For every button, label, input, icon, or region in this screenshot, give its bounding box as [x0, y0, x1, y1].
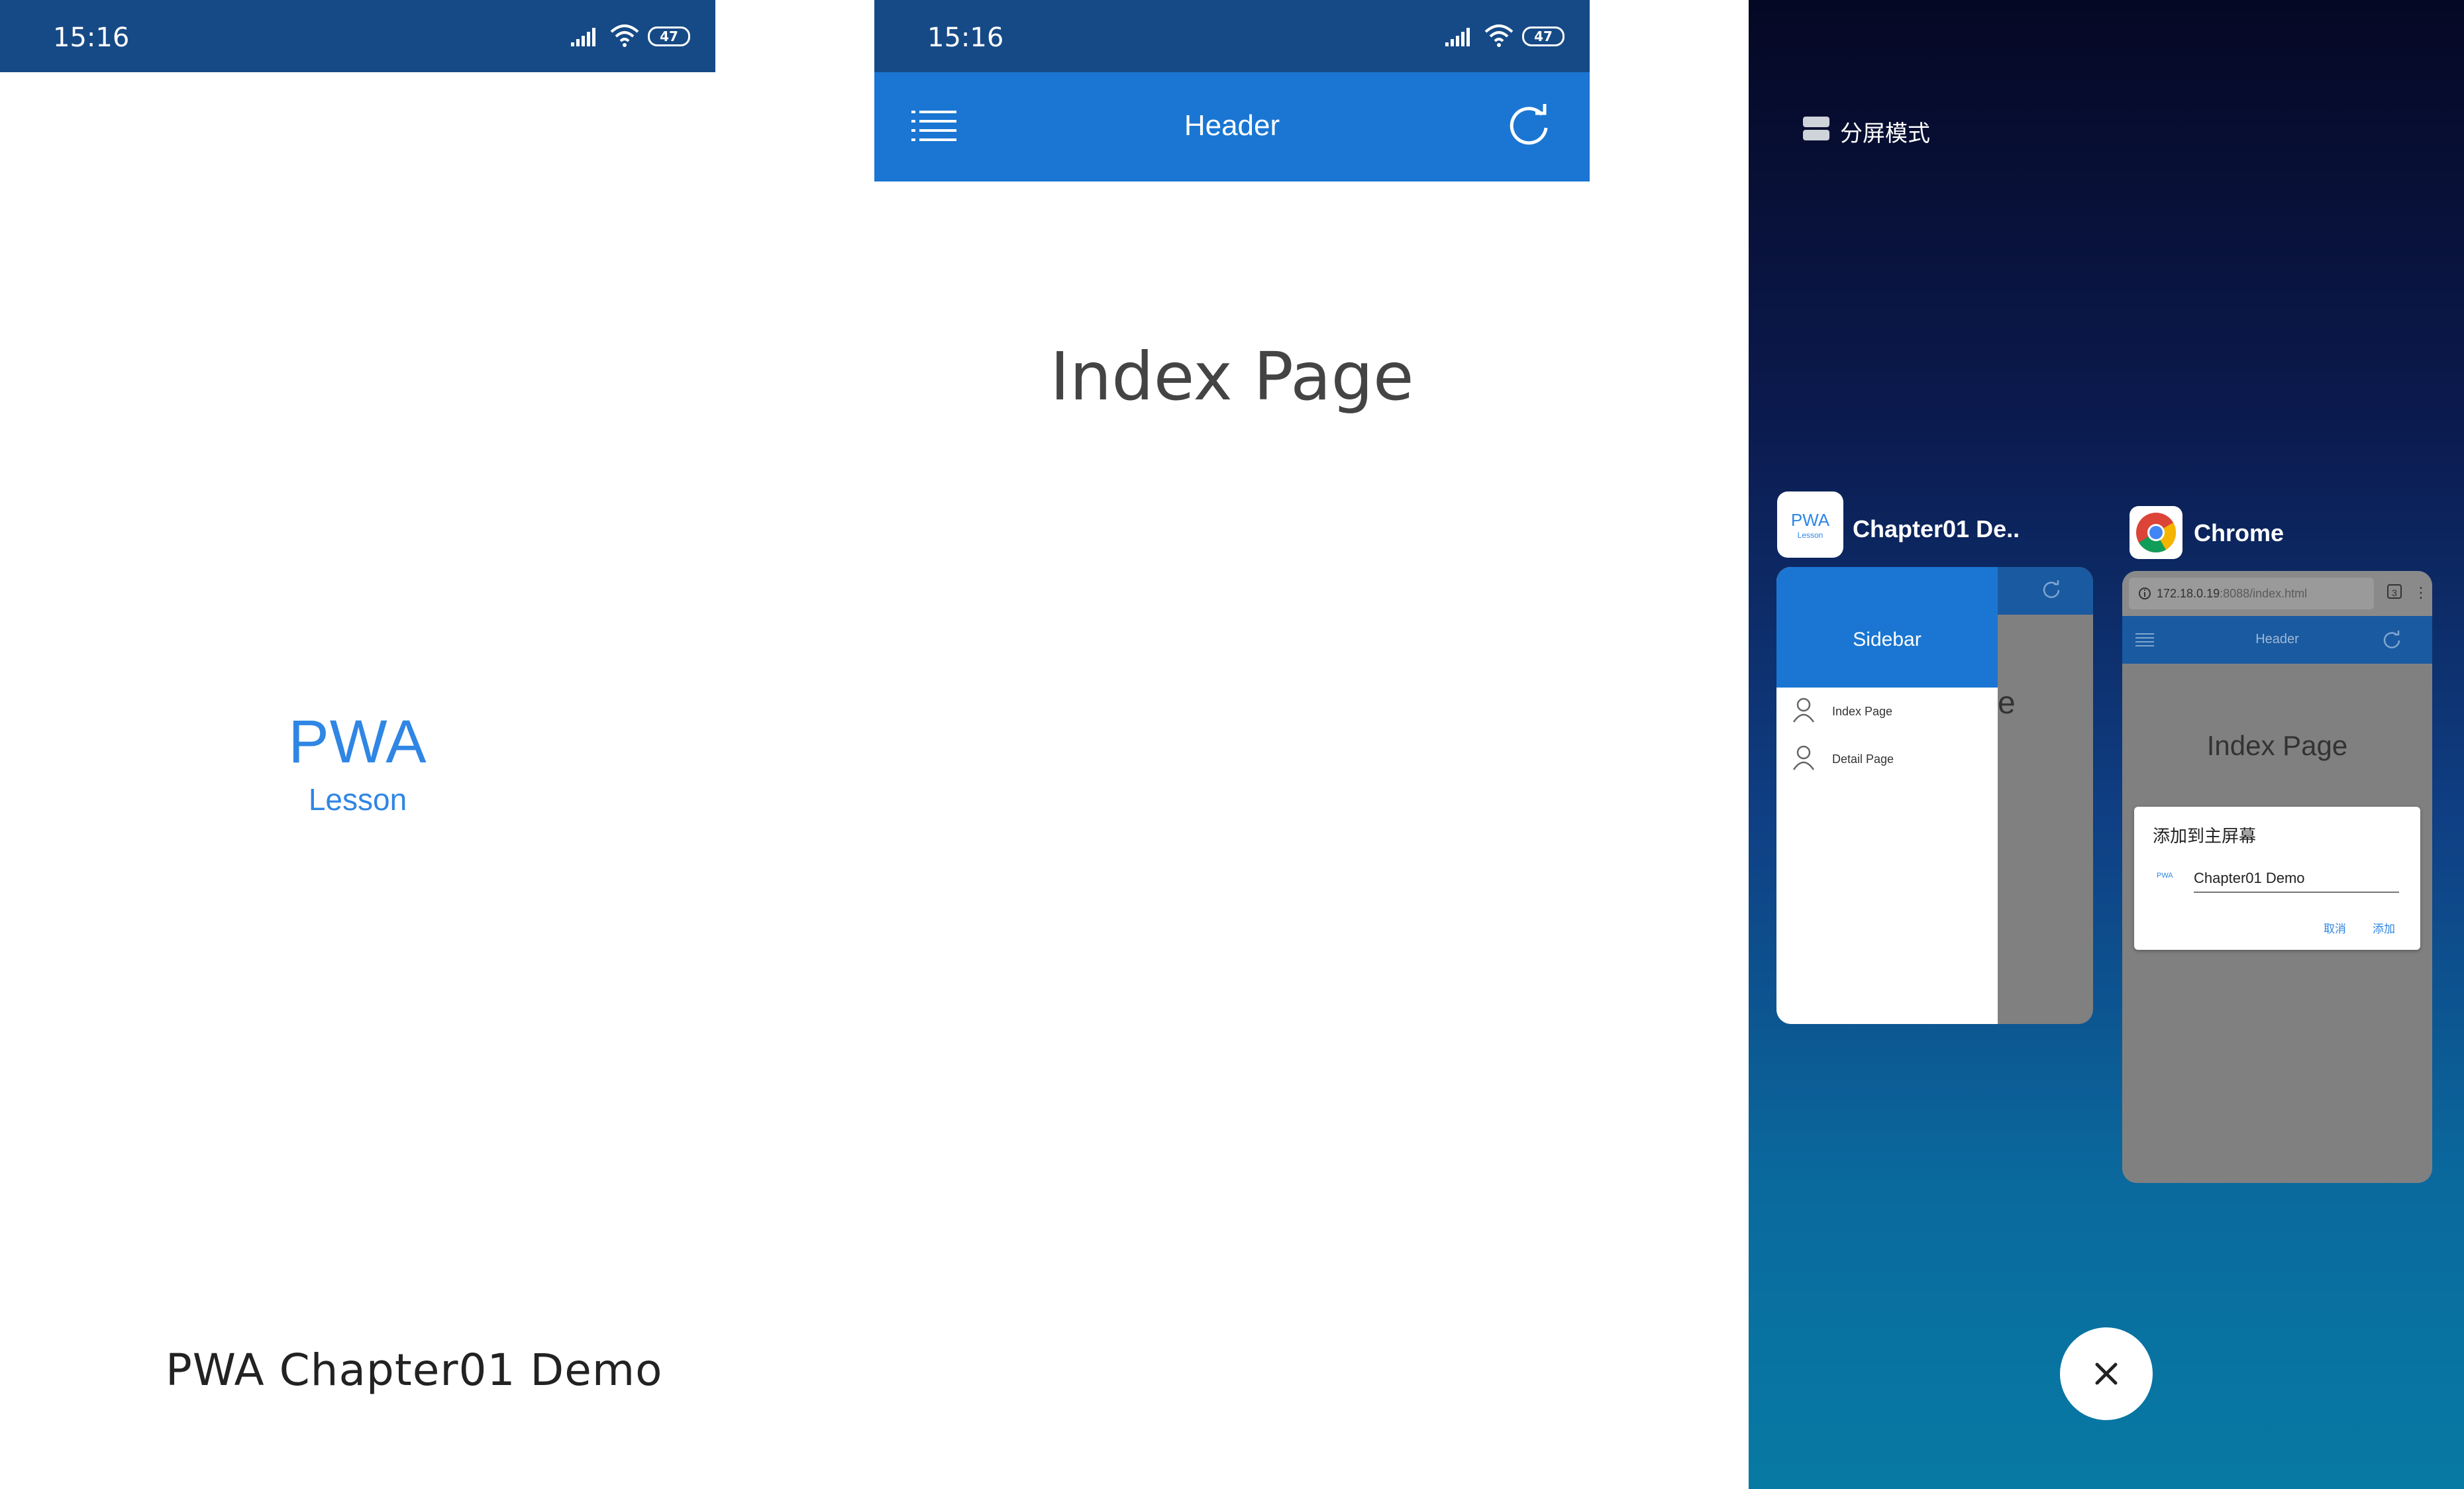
refresh-icon[interactable]: [1505, 101, 1553, 149]
status-bar: 15:16 47: [0, 0, 715, 72]
split-screen-label: 分屏模式: [1840, 121, 1930, 146]
pwa-icon-title: PWA: [1790, 510, 1830, 530]
signal-icon: [571, 28, 595, 46]
splash-app-name: PWA Chapter01 Demo: [166, 1345, 663, 1396]
battery-icon: 47: [648, 26, 690, 46]
pwa-icon-subtitle: Lesson: [1797, 531, 1823, 540]
pwa-app-icon: PWA Lesson: [1777, 491, 1843, 558]
card2-page-title: Index Page: [2206, 730, 2348, 761]
recents-screen: 分屏模式 PWA Lesson Chapter01 De.. e Sidebar…: [1749, 0, 2464, 1489]
more-vert-icon: ⋮: [2414, 584, 2428, 601]
dialog-add-button[interactable]: 添加: [2373, 919, 2395, 936]
person-icon: [1792, 745, 1815, 770]
card1-app-label: Chapter01 De..: [1853, 515, 2020, 542]
split-screen-icon: [1803, 117, 1829, 142]
dialog-cancel-button[interactable]: 取消: [2324, 919, 2346, 936]
url-path: :8088/index.html: [2220, 587, 2308, 600]
splash-logo-subtitle: Lesson: [308, 782, 407, 817]
card1-peek-text: e: [1998, 686, 2016, 721]
browser-url-bar: 172.18.0.19:8088/index.html 3 ⋮: [2122, 571, 2432, 616]
recent-card-pwa[interactable]: e Sidebar Index Page Detail Page: [1776, 567, 2093, 1024]
tab-count-icon: 3: [2387, 584, 2402, 599]
clear-all-button[interactable]: [2060, 1327, 2153, 1420]
sidebar-drawer: Sidebar Index Page Detail Page: [1776, 567, 1998, 1024]
card1-header-strip: [1998, 567, 2093, 615]
refresh-icon: [2043, 580, 2060, 598]
info-icon: [2139, 588, 2151, 599]
status-icons: 47: [558, 24, 690, 50]
wifi-icon: [610, 25, 639, 47]
signal-icon: [1445, 28, 1470, 46]
status-bar: 15:16 47: [874, 0, 1590, 72]
status-time: 15:16: [53, 23, 130, 53]
person-icon: [1792, 697, 1815, 723]
url-host: 172.18.0.19: [2157, 587, 2220, 600]
wifi-icon: [1484, 25, 1514, 47]
sidebar-item-label: Index Page: [1832, 705, 1893, 718]
status-icons: 47: [1432, 24, 1565, 50]
app-header: Header: [874, 72, 1590, 181]
card2-app-label: Chrome: [2194, 519, 2284, 546]
recent-card-chrome[interactable]: 172.18.0.19:8088/index.html 3 ⋮ Header I…: [2122, 571, 2432, 1183]
splash-logo-title: PWA: [288, 708, 427, 776]
chrome-icon: [2130, 506, 2182, 559]
card2-app-header: Header: [2122, 616, 2432, 664]
shortcut-name-input[interactable]: Chapter01 Demo: [2194, 865, 2399, 893]
refresh-icon: [2383, 631, 2400, 648]
status-time: 15:16: [927, 23, 1004, 53]
url-field: 172.18.0.19:8088/index.html: [2129, 578, 2374, 609]
header-title: Header: [1184, 109, 1280, 142]
battery-icon: 47: [1522, 26, 1565, 46]
add-to-home-dialog: 添加到主屏幕 PWA Chapter01 Demo 取消 添加: [2134, 807, 2420, 950]
page-title: Index Page: [1050, 338, 1414, 415]
dialog-title: 添加到主屏幕: [2153, 826, 2257, 846]
splash-screen: 15:16 47 PWA Lesson PWA Chapter01 Demo: [0, 0, 715, 1489]
sidebar-title: Sidebar: [1776, 567, 1998, 688]
close-icon: [2095, 1362, 2118, 1385]
sidebar-item-label: Detail Page: [1832, 752, 1894, 766]
dialog-app-icon: PWA: [2157, 872, 2173, 880]
index-screen: 15:16 47 Header Index Page: [874, 0, 1590, 1489]
